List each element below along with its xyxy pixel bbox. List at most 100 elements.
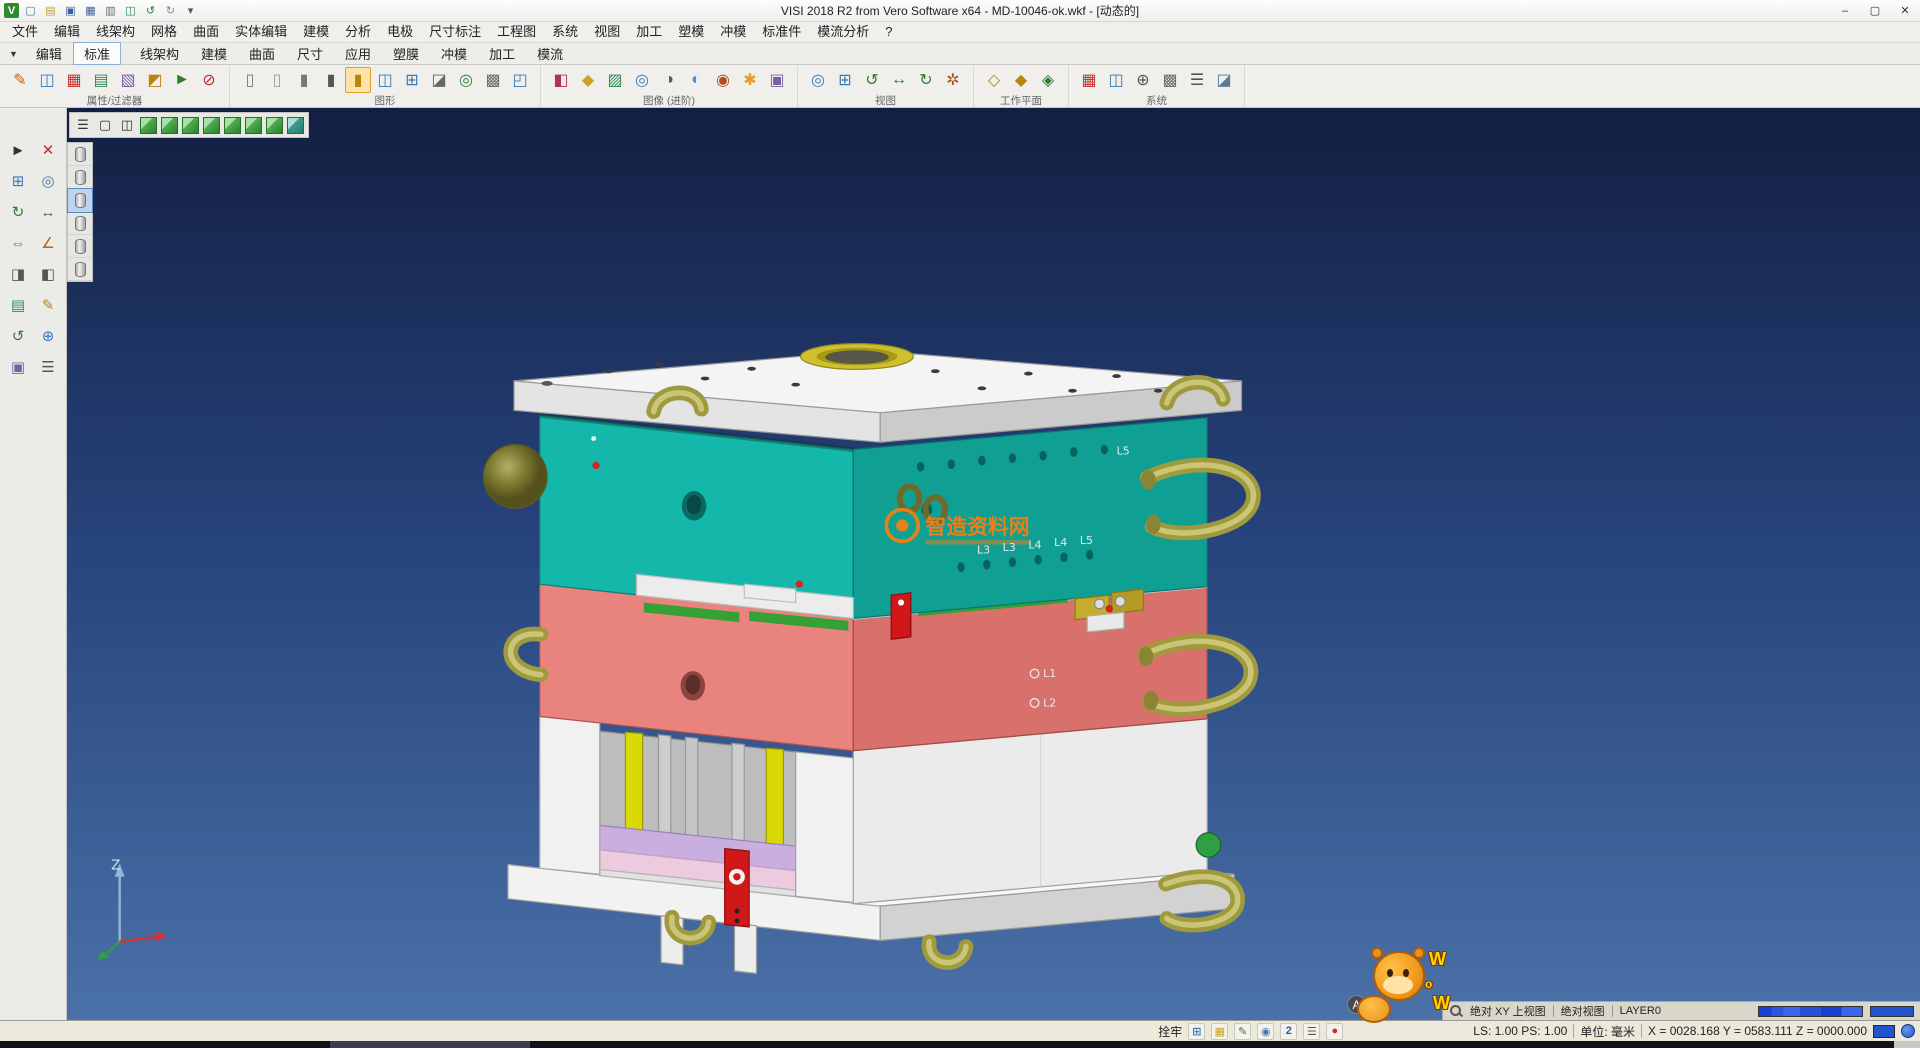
properties-icon[interactable]: ✎: [35, 293, 61, 317]
absolute-view-label[interactable]: 绝对视图: [1561, 1003, 1605, 1019]
multi-view-icon[interactable]: ◰: [507, 67, 533, 93]
zoom-element-icon[interactable]: ◎: [453, 67, 479, 93]
scene-settings-icon[interactable]: ▩: [480, 67, 506, 93]
undo-view-icon[interactable]: ↺: [5, 324, 31, 348]
layer-label[interactable]: LAYER0: [1620, 1005, 1661, 1017]
system-options-icon[interactable]: ☰: [1184, 67, 1210, 93]
zoom-fit-icon[interactable]: ◎: [35, 169, 61, 193]
zoom-window-icon[interactable]: ⊞: [832, 67, 858, 93]
menu-item[interactable]: 编辑: [46, 22, 88, 42]
zoom-window-icon[interactable]: ⊞: [5, 169, 31, 193]
menu-item[interactable]: 加工: [628, 22, 670, 42]
hide-element-icon[interactable]: ◨: [5, 262, 31, 286]
reflection-icon[interactable]: ◐: [683, 67, 709, 93]
windows-taskbar[interactable]: [0, 1041, 1920, 1048]
lifting-handle-base-front-left[interactable]: [672, 917, 709, 938]
workplane-view-icon[interactable]: ◆: [1008, 67, 1034, 93]
layer-manager-icon[interactable]: ▤: [5, 293, 31, 317]
texture-icon[interactable]: ▨: [602, 67, 628, 93]
tab-standard[interactable]: 标准: [73, 42, 121, 65]
graphics-canvas[interactable]: ☰▢◫: [67, 108, 1920, 1020]
tab-wireframe[interactable]: 线架构: [129, 42, 190, 65]
menu-item[interactable]: 尺寸标注: [421, 22, 489, 42]
zoom-previous-icon[interactable]: ↺: [859, 67, 885, 93]
menu-item[interactable]: 塑模: [670, 22, 712, 42]
close-button[interactable]: ✕: [1890, 0, 1920, 21]
save-all-icon[interactable]: ▦: [82, 2, 99, 19]
menu-item[interactable]: 建模: [295, 22, 337, 42]
translucent-display-icon[interactable]: ▮: [345, 67, 371, 93]
menu-item[interactable]: 电极: [379, 22, 421, 42]
model-viewport[interactable]: L5L3L3L4L4L5L1L2智造资料网Z: [67, 108, 1920, 1020]
grid-settings-icon[interactable]: ▩: [1157, 67, 1183, 93]
tab-application[interactable]: 应用: [334, 42, 382, 65]
grid-toggle-icon[interactable]: ▦: [1211, 1023, 1228, 1040]
selection-color-bar[interactable]: [1870, 1006, 1914, 1017]
red-clamp[interactable]: [891, 593, 911, 640]
menu-item[interactable]: 曲面: [185, 22, 227, 42]
clip-box-icon[interactable]: ⊞: [399, 67, 425, 93]
menu-item[interactable]: 工程图: [489, 22, 544, 42]
zoom-all-icon[interactable]: ◎: [805, 67, 831, 93]
menu-item[interactable]: 实体编辑: [227, 22, 295, 42]
lifting-handle-base-front-right[interactable]: [929, 942, 966, 963]
support-block[interactable]: [853, 719, 1220, 904]
menu-item[interactable]: 冲模: [712, 22, 754, 42]
lifting-handle-left[interactable]: [511, 634, 541, 675]
show-element-icon[interactable]: ◧: [35, 262, 61, 286]
shaded-edges-display-icon[interactable]: ▮: [318, 67, 344, 93]
plot-preview-icon[interactable]: ◫: [122, 2, 139, 19]
ejector-rod-red[interactable]: [725, 849, 749, 927]
sprue-ball[interactable]: [483, 445, 547, 509]
redo-icon[interactable]: ↻: [162, 2, 179, 19]
menu-item[interactable]: 网格: [143, 22, 185, 42]
tab-molding[interactable]: 塑膜: [382, 42, 430, 65]
filter-reset-icon[interactable]: ⊘: [196, 67, 222, 93]
info-icon[interactable]: ◉: [1257, 1023, 1274, 1040]
layer-filter-icon[interactable]: ▤: [88, 67, 114, 93]
measure-angle-icon[interactable]: ∠: [35, 231, 61, 255]
pan-view-icon[interactable]: ↔: [886, 67, 912, 93]
open-file-icon[interactable]: ▤: [42, 2, 59, 19]
shadow-icon[interactable]: ◑: [656, 67, 682, 93]
spacer-block[interactable]: [540, 716, 600, 874]
attribute-copy-icon[interactable]: ◫: [34, 67, 60, 93]
menu-item[interactable]: ?: [877, 22, 900, 42]
rotate-view-icon[interactable]: ↻: [913, 67, 939, 93]
orbit-icon[interactable]: ↻: [5, 200, 31, 224]
snapshot-icon[interactable]: ▣: [764, 67, 790, 93]
support-leg[interactable]: [734, 923, 756, 973]
measure-distance-icon[interactable]: ⇔: [5, 231, 31, 255]
workplane-standard-icon[interactable]: ◇: [981, 67, 1007, 93]
light-icon[interactable]: ✱: [737, 67, 763, 93]
tab-surface[interactable]: 曲面: [238, 42, 286, 65]
quick-access-more-icon[interactable]: ▾: [182, 2, 199, 19]
help-tools-icon[interactable]: ☰: [35, 355, 61, 379]
snap-settings-icon[interactable]: ⊕: [1130, 67, 1156, 93]
tab-edit[interactable]: 编辑: [25, 42, 73, 65]
tab-flow[interactable]: 模流: [526, 42, 574, 65]
camera-icon[interactable]: ◉: [710, 67, 736, 93]
locating-ring[interactable]: [801, 344, 914, 370]
workplane-entity-icon[interactable]: ◈: [1035, 67, 1061, 93]
erase-icon[interactable]: ✕: [35, 138, 61, 162]
dynamic-section-icon[interactable]: ◫: [372, 67, 398, 93]
print-icon[interactable]: ▥: [102, 2, 119, 19]
environment-icon[interactable]: ◎: [629, 67, 655, 93]
menu-item[interactable]: 视图: [586, 22, 628, 42]
tab-dimension[interactable]: 尺寸: [286, 42, 334, 65]
tab-machining[interactable]: 加工: [478, 42, 526, 65]
spacer-block[interactable]: [796, 752, 854, 903]
minimize-button[interactable]: –: [1830, 0, 1860, 21]
save-icon[interactable]: ▣: [62, 2, 79, 19]
shaded-display-icon[interactable]: ▮: [291, 67, 317, 93]
select-icon[interactable]: ►: [5, 138, 31, 162]
color-filter-icon[interactable]: ▦: [61, 67, 87, 93]
render-mode-icon[interactable]: ◧: [548, 67, 574, 93]
tab-dropdown-icon[interactable]: ▼: [2, 49, 25, 59]
menu-item[interactable]: 系统: [544, 22, 586, 42]
tab-stamping[interactable]: 冲模: [430, 42, 478, 65]
menu-item[interactable]: 文件: [4, 22, 46, 42]
lock-toggle[interactable]: 拴牢: [1158, 1023, 1182, 1040]
attribute-edit-icon[interactable]: ✎: [7, 67, 33, 93]
